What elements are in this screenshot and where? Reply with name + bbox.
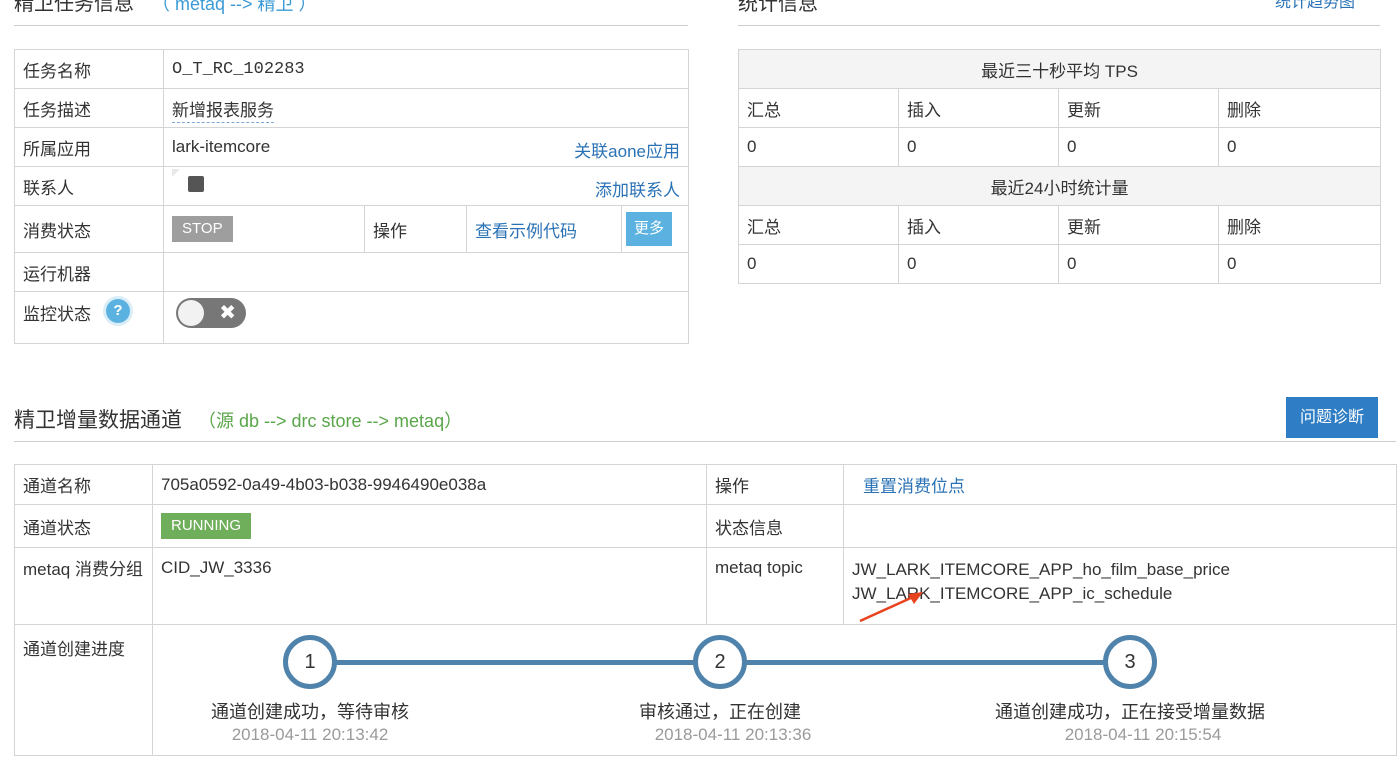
channel-status-label: 通道状态 bbox=[14, 504, 153, 548]
contact-avatar[interactable] bbox=[188, 176, 204, 192]
task-desc-label: 任务描述 bbox=[14, 88, 164, 128]
channel-status-badge: RUNNING bbox=[161, 513, 251, 539]
task-desc-row: 任务描述 新增报表服务 bbox=[14, 88, 689, 128]
stats-col-update: 更新 bbox=[1058, 205, 1219, 245]
stats-col-delete: 删除 bbox=[1217, 205, 1382, 245]
step-1-label: 通道创建成功，等待审核 bbox=[211, 702, 409, 722]
channel-status-info-value bbox=[843, 504, 1397, 548]
link-sample-code[interactable]: 查看示例代码 bbox=[475, 222, 577, 241]
stats-table: 最近三十秒平均 TPS 汇总 插入 更新 删除 0 0 0 0 最近24小时统计… bbox=[737, 49, 1382, 284]
day-delete: 0 bbox=[1217, 244, 1382, 284]
task-section-divider bbox=[14, 25, 688, 26]
link-stats-trend[interactable]: 统计趋势图 bbox=[1275, 0, 1355, 12]
channel-section-title: 精卫增量数据通道 （源 db --> drc store --> metaq） bbox=[14, 409, 463, 432]
channel-status-info-label: 状态信息 bbox=[706, 504, 844, 548]
metaq-group-label: metaq 消费分组 bbox=[14, 547, 153, 625]
close-icon: ✖ bbox=[219, 302, 236, 324]
stats-col-total: 汇总 bbox=[738, 88, 899, 128]
stats-section-title: 统计信息 bbox=[738, 0, 818, 15]
channel-op-label: 操作 bbox=[706, 464, 844, 505]
tps-values-row: 0 0 0 0 bbox=[738, 127, 1382, 167]
channel-name-label: 通道名称 bbox=[14, 464, 153, 505]
day-update: 0 bbox=[1058, 244, 1219, 284]
diagnose-button[interactable]: 问题诊断 bbox=[1286, 397, 1378, 438]
channel-section-divider bbox=[14, 441, 1396, 442]
tps-update: 0 bbox=[1058, 127, 1219, 167]
monitor-toggle[interactable]: ✖ bbox=[176, 298, 246, 328]
task-machine-value bbox=[163, 252, 689, 292]
progress-step-3: 3 bbox=[1103, 635, 1157, 689]
annotation-arrow-shaft bbox=[859, 595, 914, 623]
progress-step-2: 2 bbox=[693, 635, 747, 689]
metaq-group-value: CID_JW_3336 bbox=[152, 547, 707, 625]
progress-line-1 bbox=[334, 660, 696, 665]
task-app-value: lark-itemcore bbox=[172, 137, 271, 156]
stats-col-total: 汇总 bbox=[738, 205, 899, 245]
task-machine-row: 运行机器 bbox=[14, 252, 689, 292]
step-3-time: 2018-04-11 20:15:54 bbox=[1064, 725, 1222, 744]
step-3-label: 通道创建成功，正在接受增量数据 bbox=[995, 702, 1265, 722]
tps-delete: 0 bbox=[1217, 127, 1382, 167]
link-add-contact[interactable]: 添加联系人 bbox=[595, 176, 680, 201]
contact-avatar-fold bbox=[172, 169, 180, 177]
task-app-row: 所属应用 lark-itemcore 关联aone应用 bbox=[14, 127, 689, 167]
channel-metaq-row: metaq 消费分组 CID_JW_3336 metaq topic JW_LA… bbox=[14, 547, 1397, 625]
task-section-title: 精卫任务信息（ metaq --> 精卫 ） bbox=[14, 0, 317, 16]
day-total: 0 bbox=[738, 244, 899, 284]
channel-status-row: 通道状态 RUNNING 状态信息 bbox=[14, 504, 1397, 548]
task-contact-row: 联系人 添加联系人 bbox=[14, 166, 689, 206]
metaq-topic-1: JW_LARK_ITEMCORE_APP_ho_film_base_price bbox=[852, 560, 1230, 579]
task-name-row: 任务名称 O_T_RC_102283 bbox=[14, 49, 689, 89]
toggle-knob bbox=[178, 300, 204, 326]
help-icon[interactable]: ? bbox=[106, 299, 130, 323]
task-name-value: O_T_RC_102283 bbox=[163, 49, 689, 89]
channel-name-row: 通道名称 705a0592-0a49-4b03-b038-9946490e038… bbox=[14, 464, 1397, 505]
tps-header: 最近三十秒平均 TPS bbox=[737, 49, 1382, 89]
progress-line-2 bbox=[744, 660, 1106, 665]
channel-name-value: 705a0592-0a49-4b03-b038-9946490e038a bbox=[152, 464, 707, 505]
day-values-row: 0 0 0 0 bbox=[738, 244, 1382, 284]
task-app-label: 所属应用 bbox=[14, 127, 164, 167]
task-info-table: 任务名称 O_T_RC_102283 任务描述 新增报表服务 所属应用 lark… bbox=[14, 49, 689, 344]
day-insert: 0 bbox=[898, 244, 1059, 284]
stats-section-divider bbox=[738, 25, 1380, 26]
annotation-arrow-icon bbox=[859, 592, 923, 623]
step-1-time: 2018-04-11 20:13:42 bbox=[231, 725, 389, 744]
task-monitor-label: 监控状态 bbox=[23, 305, 91, 324]
day-columns-row: 汇总 插入 更新 删除 bbox=[738, 205, 1382, 245]
task-monitor-row: 监控状态 ? ✖ bbox=[14, 291, 689, 344]
stats-col-delete: 删除 bbox=[1217, 88, 1382, 128]
task-consume-row: 消费状态 STOP 操作 查看示例代码 更多 bbox=[14, 205, 689, 253]
tps-total: 0 bbox=[738, 127, 899, 167]
task-name-label: 任务名称 bbox=[14, 49, 164, 89]
metaq-topic-2: JW_LARK_ITEMCORE_APP_ic_schedule bbox=[852, 584, 1173, 603]
tps-insert: 0 bbox=[898, 127, 1059, 167]
stats-col-insert: 插入 bbox=[898, 205, 1059, 245]
link-reset-offset[interactable]: 重置消费位点 bbox=[863, 477, 965, 496]
step-2-time: 2018-04-11 20:13:36 bbox=[654, 725, 812, 744]
task-machine-label: 运行机器 bbox=[14, 252, 164, 292]
task-desc-editable[interactable]: 新增报表服务 bbox=[172, 100, 274, 123]
more-button[interactable]: 更多 bbox=[626, 212, 673, 246]
stats-col-insert: 插入 bbox=[898, 88, 1059, 128]
day-header: 最近24小时统计量 bbox=[737, 166, 1382, 206]
consume-status-badge: STOP bbox=[172, 216, 233, 242]
stats-col-update: 更新 bbox=[1058, 88, 1219, 128]
tps-columns-row: 汇总 插入 更新 删除 bbox=[738, 88, 1382, 128]
task-op-label: 操作 bbox=[364, 205, 467, 253]
task-section-subtitle: （ metaq --> 精卫 ） bbox=[152, 0, 317, 14]
task-contact-label: 联系人 bbox=[14, 166, 164, 206]
progress-step-1: 1 bbox=[283, 635, 337, 689]
metaq-topic-label: metaq topic bbox=[706, 547, 844, 625]
channel-section-subtitle: （源 db --> drc store --> metaq） bbox=[198, 411, 463, 431]
task-consume-label: 消费状态 bbox=[14, 205, 164, 253]
progress-label: 通道创建进度 bbox=[14, 624, 153, 756]
step-2-label: 审核通过，正在创建 bbox=[639, 702, 801, 722]
link-aone-app[interactable]: 关联aone应用 bbox=[574, 137, 680, 162]
